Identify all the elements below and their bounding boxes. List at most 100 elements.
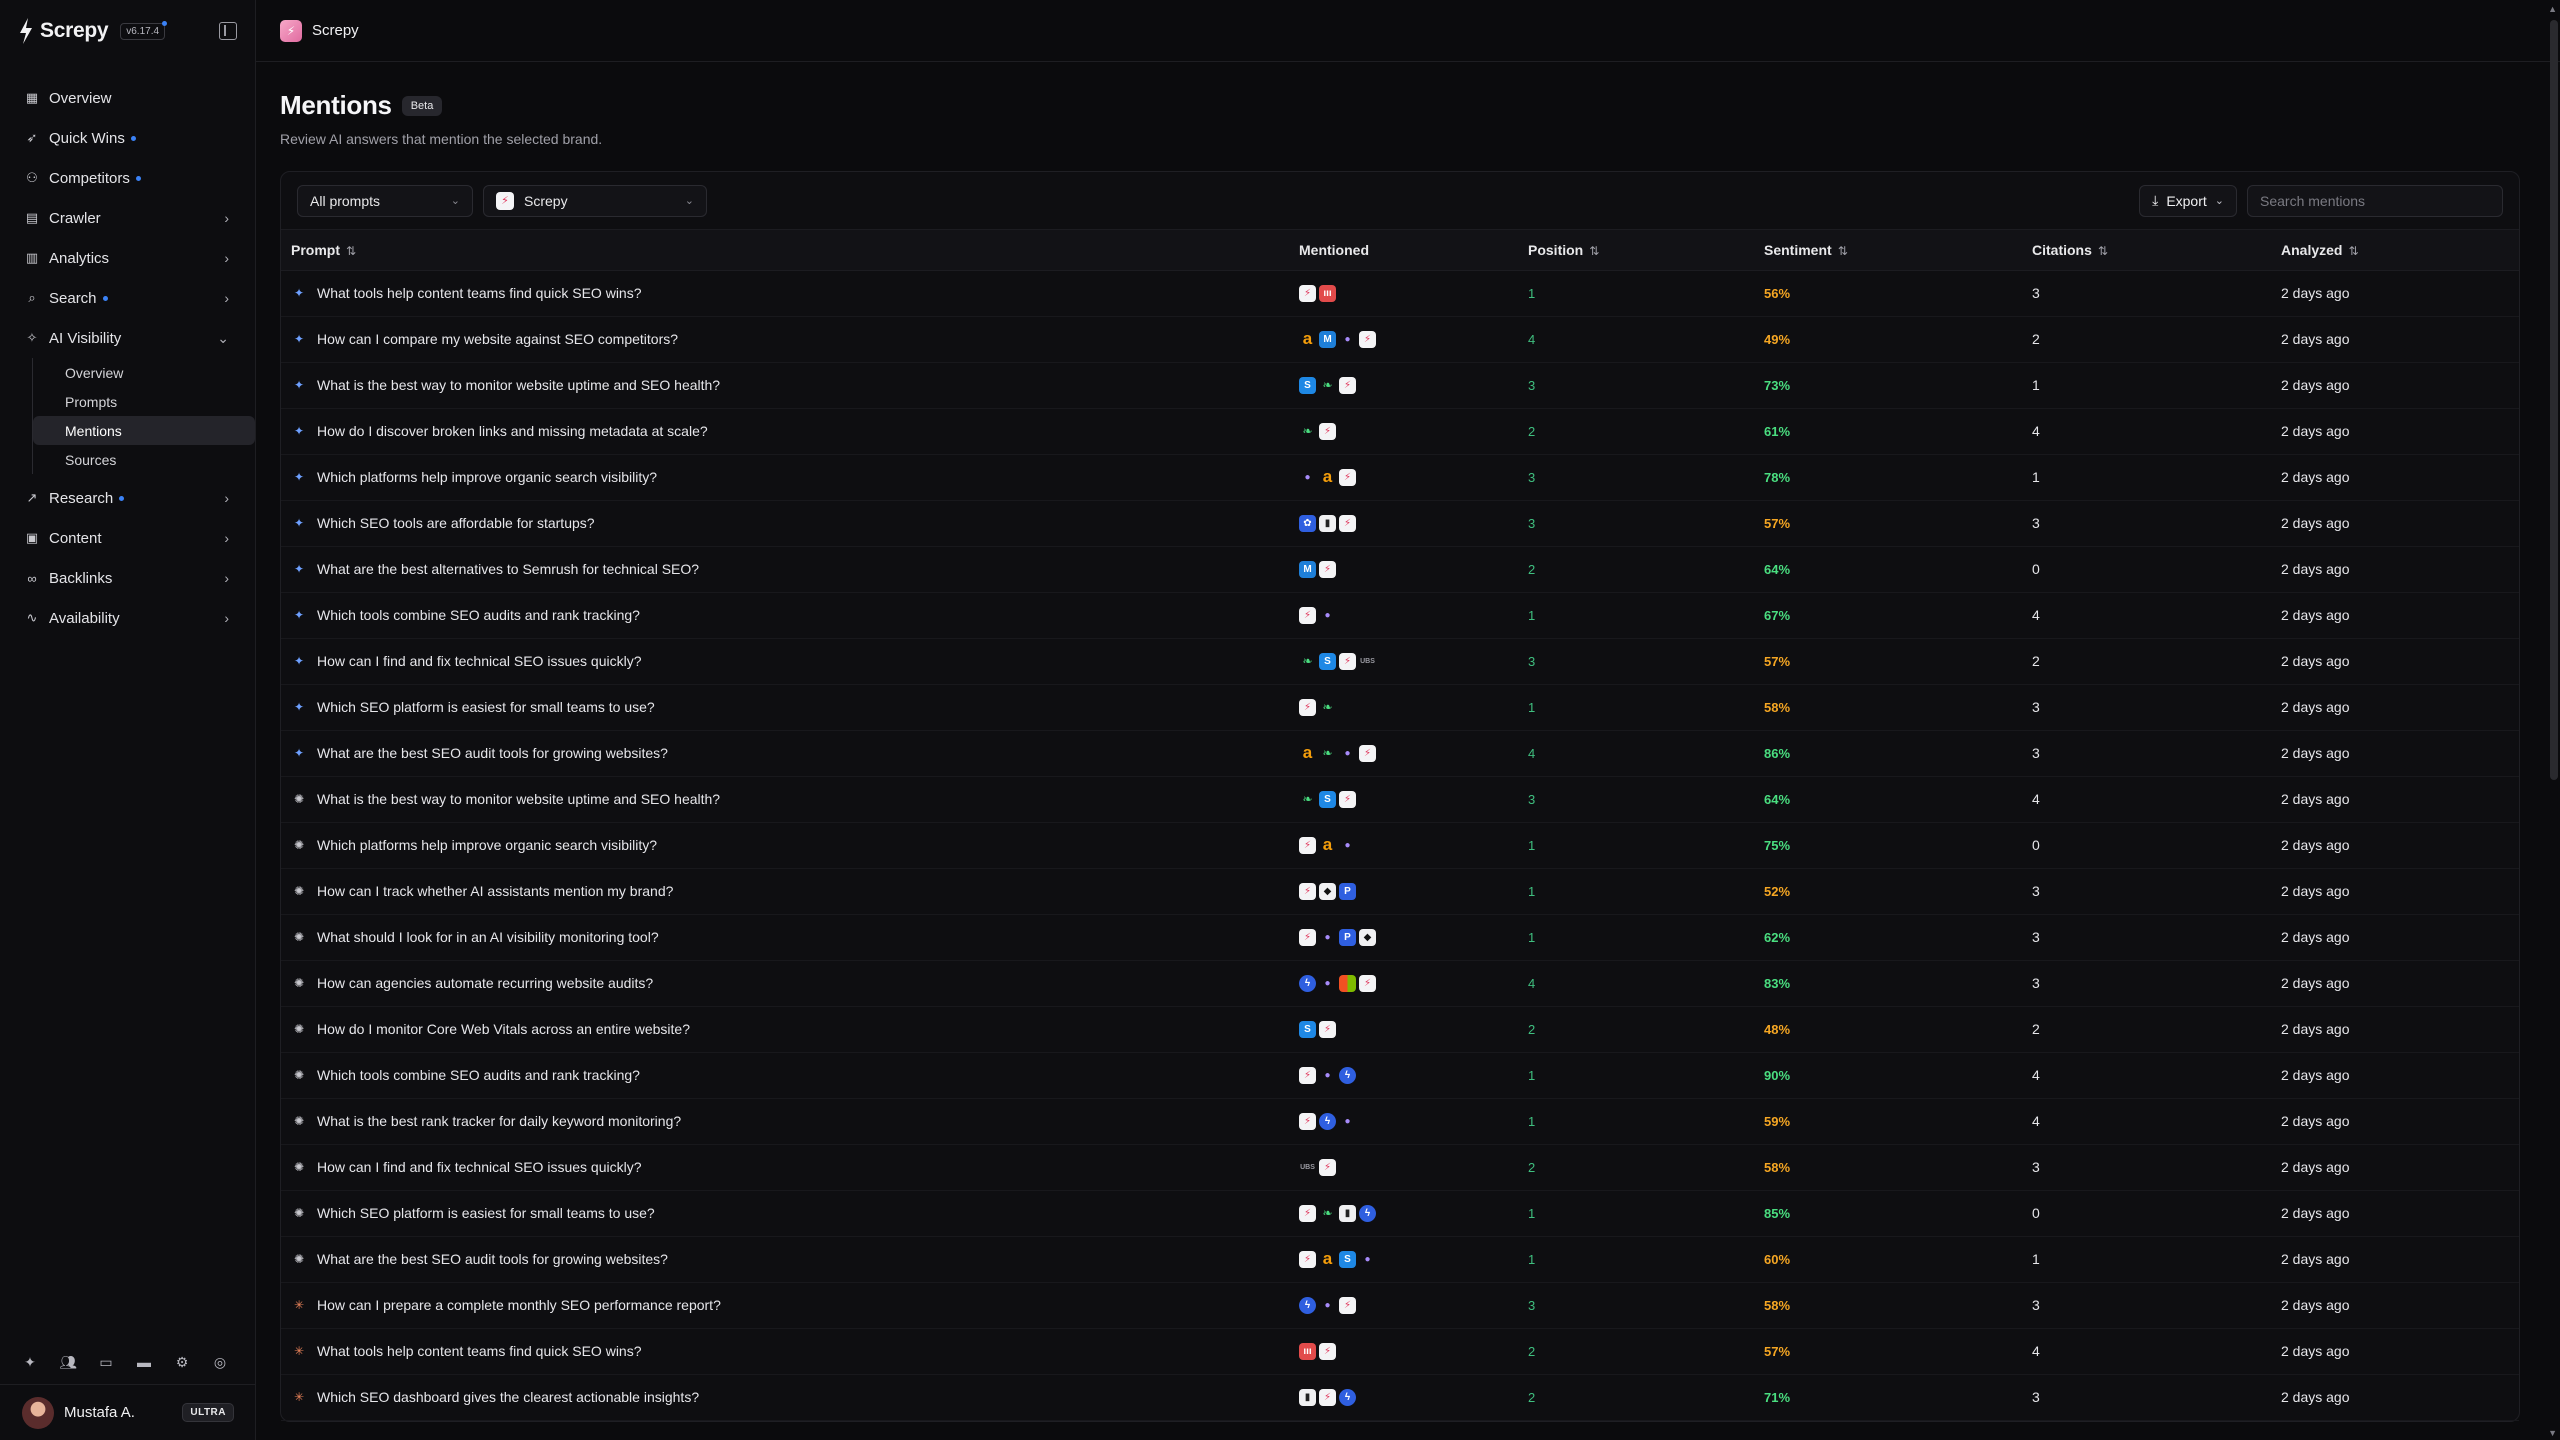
table-row[interactable]: ✺ What is the best rank tracker for dail…	[281, 1098, 2519, 1144]
sidebar-item-ai-visibility[interactable]: ✧ AI Visibility ⌄	[16, 320, 239, 356]
prompt-text[interactable]: What is the best way to monitor website …	[317, 377, 720, 393]
header-sentiment[interactable]: Sentiment ⇅	[1754, 230, 2022, 271]
table-row[interactable]: ✺ Which SEO platform is easiest for smal…	[281, 1190, 2519, 1236]
prompt-text[interactable]: What tools help content teams find quick…	[317, 285, 642, 301]
header-prompt[interactable]: Prompt ⇅	[281, 230, 1289, 271]
table-row[interactable]: ✺ How can I find and fix technical SEO i…	[281, 1144, 2519, 1190]
table-row[interactable]: ✦ What is the best way to monitor websit…	[281, 362, 2519, 408]
brand[interactable]: Screpy v6.17.4	[18, 18, 167, 44]
table-row[interactable]: ✦ What are the best SEO audit tools for …	[281, 730, 2519, 776]
header-analyzed[interactable]: Analyzed ⇅	[2271, 230, 2519, 271]
analyzed-value: 2 days ago	[2281, 285, 2350, 301]
table-row[interactable]: ✺ Which tools combine SEO audits and ran…	[281, 1052, 2519, 1098]
prompt-text[interactable]: Which SEO dashboard gives the clearest a…	[317, 1389, 699, 1405]
position-value: 3	[1528, 792, 1536, 807]
table-row[interactable]: ✦ Which tools combine SEO audits and ran…	[281, 592, 2519, 638]
sidebar-item-availability[interactable]: ∿ Availability ›	[16, 600, 239, 636]
plan-badge: ULTRA	[182, 1403, 234, 1422]
citations-value: 0	[2032, 561, 2040, 577]
table-row[interactable]: ✺ What are the best SEO audit tools for …	[281, 1236, 2519, 1282]
position-value: 2	[1528, 562, 1536, 577]
table-row[interactable]: ✦ What tools help content teams find qui…	[281, 270, 2519, 316]
position-value: 4	[1528, 746, 1536, 761]
brand-filter-select[interactable]: ⚡ Screpy ⌄	[483, 184, 707, 217]
screpy-logo-icon: ⚡	[1339, 1296, 1356, 1314]
link-icon: ∞	[27, 570, 37, 586]
prompt-text[interactable]: What are the best SEO audit tools for gr…	[317, 1251, 668, 1267]
prompt-text[interactable]: How can I prepare a complete monthly SEO…	[317, 1297, 721, 1313]
table-row[interactable]: ✳ How can I prepare a complete monthly S…	[281, 1282, 2519, 1328]
sidebar-item-search[interactable]: ⌕ Search ›	[16, 280, 239, 316]
orb-logo-icon: ●	[1324, 609, 1331, 621]
prompt-text[interactable]: Which tools combine SEO audits and rank …	[317, 1067, 640, 1083]
prompt-text[interactable]: What are the best SEO audit tools for gr…	[317, 745, 668, 761]
team-icon[interactable]: 👥︎	[59, 1354, 77, 1370]
table-row[interactable]: ✳ What tools help content teams find qui…	[281, 1328, 2519, 1374]
subnav-item-prompts[interactable]: Prompts	[33, 387, 239, 416]
subnav-item-mentions[interactable]: Mentions	[33, 416, 255, 445]
table-row[interactable]: ✦ What are the best alternatives to Semr…	[281, 546, 2519, 592]
notifications-icon[interactable]: ✦	[22, 1354, 38, 1370]
prompt-text[interactable]: What are the best alternatives to Semrus…	[317, 561, 699, 577]
prompt-text[interactable]: What is the best way to monitor website …	[317, 791, 720, 807]
help-icon[interactable]: ◎	[212, 1354, 228, 1370]
prompt-text[interactable]: What is the best rank tracker for daily …	[317, 1113, 681, 1129]
sidebar-item-crawler[interactable]: ▤ Crawler ›	[16, 200, 239, 236]
table-row[interactable]: ✦ How do I discover broken links and mis…	[281, 408, 2519, 454]
subnav-item-sources[interactable]: Sources	[33, 445, 239, 474]
header-citations[interactable]: Citations ⇅	[2022, 230, 2271, 271]
prompt-text[interactable]: Which tools combine SEO audits and rank …	[317, 607, 640, 623]
table-row[interactable]: ✺ Which platforms help improve organic s…	[281, 822, 2519, 868]
chat-icon[interactable]: ▭	[98, 1354, 114, 1370]
scroll-down-icon[interactable]: ▼	[2548, 1428, 2557, 1438]
export-button[interactable]: ⤓ Export ⌄	[2139, 184, 2237, 217]
prompts-filter-select[interactable]: All prompts ⌄	[297, 184, 473, 217]
table-row[interactable]: ✦ Which SEO tools are affordable for sta…	[281, 500, 2519, 546]
prompt-text[interactable]: How can I compare my website against SEO…	[317, 331, 678, 347]
prompt-text[interactable]: How can I find and fix technical SEO iss…	[317, 653, 642, 669]
prompt-text[interactable]: Which platforms help improve organic sea…	[317, 837, 657, 853]
header-position[interactable]: Position ⇅	[1518, 230, 1754, 271]
table-row[interactable]: ✺ How can I track whether AI assistants …	[281, 868, 2519, 914]
screpy-logo-icon: ⚡	[1319, 1342, 1336, 1360]
table-row[interactable]: ✦ Which SEO platform is easiest for smal…	[281, 684, 2519, 730]
prompt-text[interactable]: How can I find and fix technical SEO iss…	[317, 1159, 642, 1175]
table-row[interactable]: ✺ What is the best way to monitor websit…	[281, 776, 2519, 822]
scrollbar[interactable]	[2550, 20, 2558, 780]
prompt-text[interactable]: Which SEO platform is easiest for small …	[317, 1205, 655, 1221]
table-row[interactable]: ✺ How can agencies automate recurring we…	[281, 960, 2519, 1006]
prompt-text[interactable]: What should I look for in an AI visibili…	[317, 929, 659, 945]
prompt-text[interactable]: Which SEO platform is easiest for small …	[317, 699, 655, 715]
search-input[interactable]	[2247, 184, 2503, 217]
sidebar-item-content[interactable]: ▣ Content ›	[16, 520, 239, 556]
subnav-item-overview[interactable]: Overview	[33, 358, 239, 387]
prompt-text[interactable]: Which platforms help improve organic sea…	[317, 469, 657, 485]
sidebar-item-competitors[interactable]: ⚇ Competitors	[16, 160, 239, 196]
workspace-name[interactable]: Screpy	[312, 22, 359, 39]
position-value: 3	[1528, 470, 1536, 485]
prompt-text[interactable]: Which SEO tools are affordable for start…	[317, 515, 595, 531]
table-row[interactable]: ✦ Which platforms help improve organic s…	[281, 454, 2519, 500]
sentiment-value: 58%	[1764, 700, 1791, 715]
table-row[interactable]: ✺ How do I monitor Core Web Vitals acros…	[281, 1006, 2519, 1052]
prompt-text[interactable]: How do I monitor Core Web Vitals across …	[317, 1021, 690, 1037]
table-row[interactable]: ✺ What should I look for in an AI visibi…	[281, 914, 2519, 960]
sidebar-item-backlinks[interactable]: ∞ Backlinks ›	[16, 560, 239, 596]
prompt-text[interactable]: How can agencies automate recurring webs…	[317, 975, 653, 991]
table-row[interactable]: ✦ How can I find and fix technical SEO i…	[281, 638, 2519, 684]
prompt-text[interactable]: What tools help content teams find quick…	[317, 1343, 642, 1359]
table-row[interactable]: ✦ How can I compare my website against S…	[281, 316, 2519, 362]
settings-icon[interactable]: ⚙	[174, 1354, 190, 1370]
sidebar-item-analytics[interactable]: ▥ Analytics ›	[16, 240, 239, 276]
ai-visibility-submenu: Overview Prompts Mentions Sources	[32, 358, 255, 474]
sidebar-toggle-icon[interactable]	[219, 22, 237, 40]
user-menu[interactable]: Mustafa A. ULTRA	[0, 1384, 256, 1440]
table-row[interactable]: ✳ Which SEO dashboard gives the clearest…	[281, 1374, 2519, 1420]
prompt-text[interactable]: How do I discover broken links and missi…	[317, 423, 708, 439]
scroll-up-icon[interactable]: ▲	[2548, 4, 2557, 14]
billing-icon[interactable]: ▬	[136, 1354, 152, 1370]
sidebar-item-overview[interactable]: ▦ Overview	[16, 80, 239, 116]
sidebar-item-quick-wins[interactable]: ➶ Quick Wins	[16, 120, 239, 156]
sidebar-item-research[interactable]: ↗ Research ›	[16, 480, 239, 516]
prompt-text[interactable]: How can I track whether AI assistants me…	[317, 883, 673, 899]
